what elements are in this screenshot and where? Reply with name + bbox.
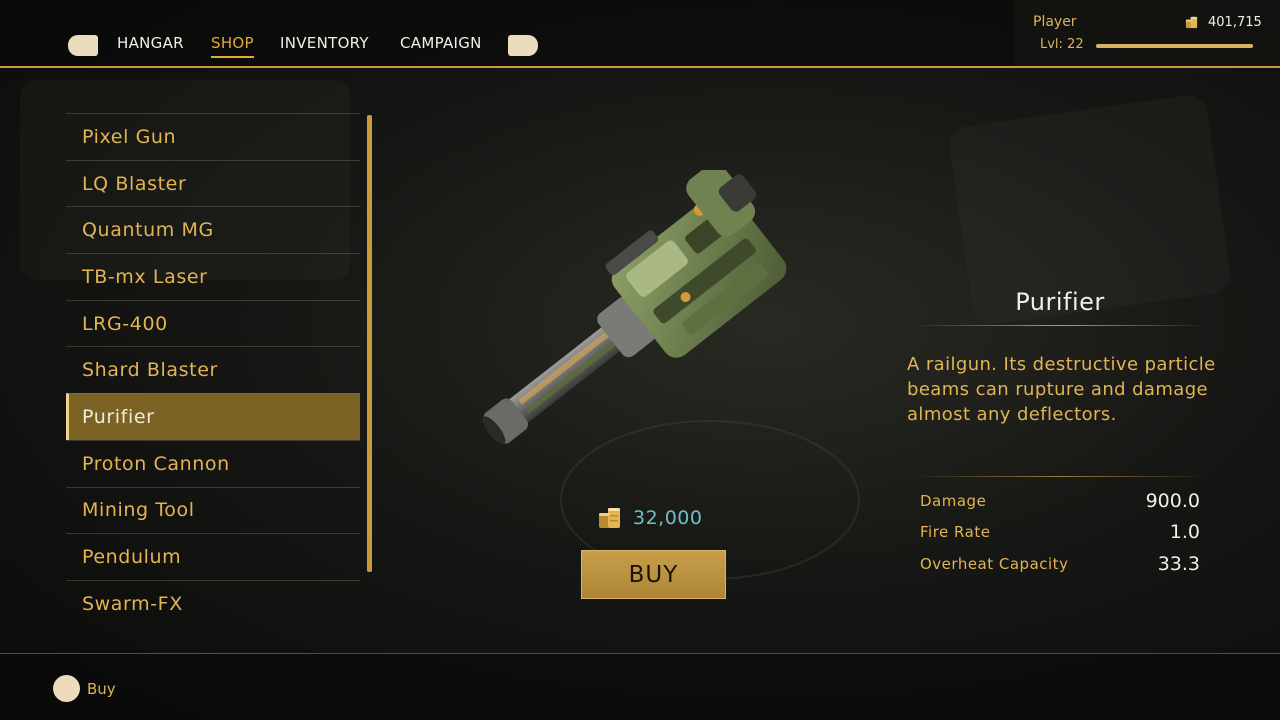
stat-row-fire-rate: Fire Rate 1.0 [920,517,1200,547]
weapon-item[interactable]: Shard Blaster [66,346,360,393]
controller-button-icon[interactable] [53,675,80,702]
tab-shop[interactable]: SHOP [211,34,254,58]
weapon-item[interactable]: TB-mx Laser [66,253,360,300]
buy-button[interactable]: BUY [581,550,726,599]
weapon-item[interactable]: Purifier [66,393,360,440]
coin-stack-icon [1185,16,1198,29]
stat-value: 900.0 [1145,490,1200,512]
bottom-bar: Buy [0,653,1280,720]
player-info: Player Lvl: 22 401,715 [1015,0,1280,66]
top-bar: HANGAR SHOP INVENTORY CAMPAIGN Player Lv… [0,0,1280,68]
stat-value: 33.3 [1157,553,1200,575]
stat-label: Fire Rate [920,523,991,541]
coin-stack-icon [599,508,620,528]
weapon-item[interactable]: Mining Tool [66,486,360,534]
weapon-list: Pixel Gun LQ Blaster Quantum MG TB-mx Laser… [66,113,360,627]
weapon-item[interactable]: Pendulum [66,533,360,580]
player-name: Player [1033,14,1077,30]
xp-bar [1096,44,1253,48]
tab-inventory[interactable]: INVENTORY [280,34,369,56]
weapon-image [482,170,787,445]
credits-balance: 401,715 [1208,15,1262,30]
stat-value: 1.0 [1169,521,1200,543]
item-title: Purifier [1015,288,1105,316]
player-level: Lvl: 22 [1040,37,1084,52]
divider [910,325,1210,326]
weapon-item[interactable]: Quantum MG [66,206,360,253]
weapon-list-scrollbar[interactable] [367,115,372,572]
stat-label: Damage [920,492,987,510]
weapon-item[interactable]: Swarm-FX [66,579,360,627]
xp-bar-fill [1096,44,1253,48]
weapon-item[interactable]: Proton Cannon [66,439,360,487]
tab-hangar[interactable]: HANGAR [117,34,184,56]
left-bumper-icon[interactable] [68,35,98,56]
tab-campaign[interactable]: CAMPAIGN [400,34,482,56]
buy-hint-label: Buy [87,680,116,698]
stat-row-damage: Damage 900.0 [920,486,1200,516]
weapon-item[interactable]: LRG-400 [66,299,360,347]
weapon-item[interactable]: Pixel Gun [66,113,360,160]
divider [910,476,1210,477]
item-description: A railgun. Its destructive particle beam… [907,354,1216,425]
item-price: 32,000 [633,507,703,529]
right-bumper-icon[interactable] [508,35,538,56]
weapon-item[interactable]: LQ Blaster [66,159,360,207]
stat-row-overheat-capacity: Overheat Capacity 33.3 [920,549,1200,579]
stat-label: Overheat Capacity [920,555,1069,573]
